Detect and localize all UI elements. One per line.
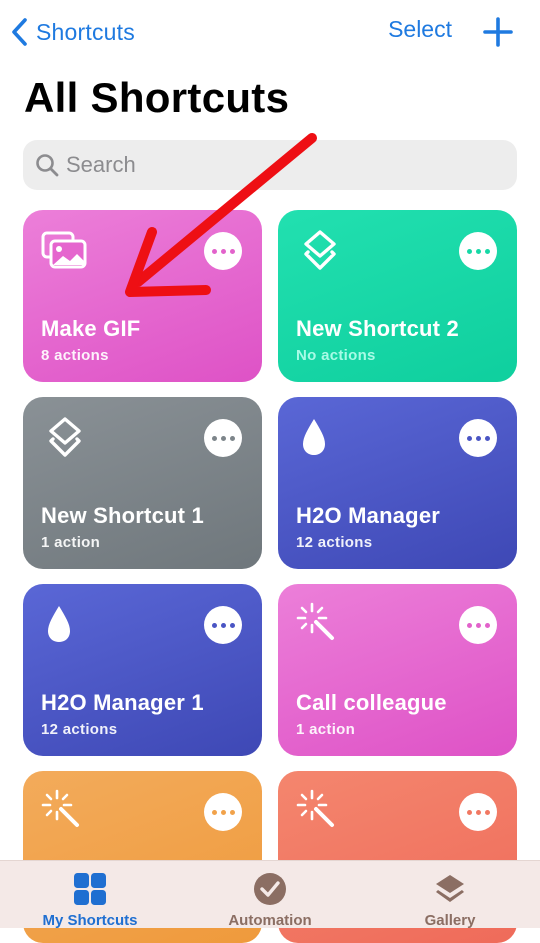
shortcut-name: Make GIF [41,316,141,341]
plus-icon[interactable] [480,14,516,50]
shortcut-name: New Shortcut 1 [41,503,204,528]
navigation-bar: Shortcuts Select [0,0,540,64]
search-placeholder: Search [66,152,136,177]
layers-icon [304,230,336,270]
more-options-button[interactable] [459,232,497,270]
shortcut-card-call-colleague[interactable]: Call colleague 1 action [278,584,517,756]
shortcut-action-count: 1 action [41,534,101,551]
shortcut-card-make-gif[interactable]: Make GIF 8 actions [23,210,262,382]
grid-icon [74,873,106,905]
shortcut-card-new-shortcut-2[interactable]: New Shortcut 2 No actions [278,210,517,382]
tab-bar: My Shortcuts Automation Gallery [0,860,540,929]
shortcut-action-count: 12 actions [41,721,118,738]
shortcut-action-count: 1 action [296,721,356,738]
more-options-button[interactable] [204,606,242,644]
shortcut-card-h2o-manager-1[interactable]: H2O Manager 1 12 actions [23,584,262,756]
magic-wand-icon [41,789,79,827]
shortcut-action-count: 12 actions [296,534,373,551]
more-options-button[interactable] [459,793,497,831]
search-field[interactable]: Search [23,140,517,190]
back-button[interactable]: Shortcuts [10,14,135,50]
page-title: All Shortcuts [24,74,290,121]
drop-icon [303,419,325,455]
clock-check-icon [254,873,286,905]
tab-my-shortcuts[interactable]: My Shortcuts [0,861,180,929]
tab-gallery[interactable]: Gallery [360,861,540,929]
drop-icon [48,606,70,642]
shortcut-name: New Shortcut 2 [296,316,459,341]
back-label: Shortcuts [36,18,135,45]
shortcut-action-count: No actions [296,347,376,364]
tab-label: My Shortcuts [42,912,138,929]
select-button[interactable]: Select [388,16,452,43]
tab-label: Gallery [424,912,476,929]
shortcut-card-h2o-manager[interactable]: H2O Manager 12 actions [278,397,517,569]
more-options-button[interactable] [204,232,242,270]
magic-wand-icon [296,789,334,827]
shortcut-name: H2O Manager 1 [41,690,204,715]
shortcut-action-count: 8 actions [41,347,109,364]
photos-icon [41,231,87,269]
layers-icon [49,417,81,457]
shortcut-name: Call colleague [296,690,447,715]
tab-label: Automation [228,912,312,929]
more-options-button[interactable] [459,606,497,644]
shortcut-card-new-shortcut-1[interactable]: New Shortcut 1 1 action [23,397,262,569]
more-options-button[interactable] [204,419,242,457]
shortcut-name: H2O Manager [296,503,441,528]
chevron-left-icon [12,18,27,46]
search-icon [36,154,59,177]
more-options-button[interactable] [459,419,497,457]
more-options-button[interactable] [204,793,242,831]
tab-automation[interactable]: Automation [180,861,360,929]
layers-icon [436,875,464,902]
magic-wand-icon [296,602,334,640]
